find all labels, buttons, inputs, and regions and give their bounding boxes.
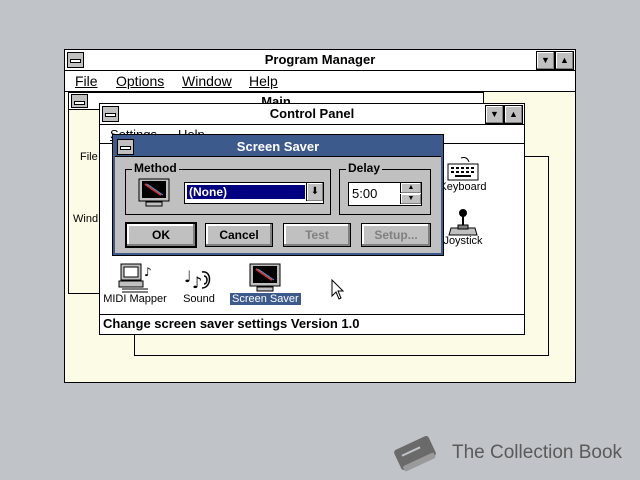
- program-manager-menubar: File Options Window Help: [65, 71, 575, 92]
- status-bar: Change screen saver settings Version 1.0: [100, 314, 524, 333]
- main-group-partial-label-wind: Wind: [73, 213, 99, 225]
- keyboard-label: Keyboard: [439, 181, 487, 193]
- spin-down-icon[interactable]: ▼: [400, 194, 421, 204]
- ok-button[interactable]: OK: [125, 222, 197, 248]
- screen-saver-titlebar[interactable]: Screen Saver: [115, 137, 441, 157]
- method-value: (None): [187, 185, 305, 199]
- midi-mapper-label: MIDI Mapper: [103, 293, 167, 305]
- screen-saver-label: Screen Saver: [230, 293, 301, 305]
- method-group: Method (None) ⬇: [125, 161, 331, 215]
- control-panel-titlebar[interactable]: Control Panel ▼ ▲: [100, 104, 524, 125]
- sound-item[interactable]: ♩ ♪ Sound: [176, 262, 222, 305]
- svg-text:♪: ♪: [144, 265, 152, 279]
- setup-button[interactable]: Setup...: [361, 223, 431, 247]
- chevron-down-icon[interactable]: ⬇: [306, 183, 323, 201]
- desktop: { "program_manager": { "title": "Program…: [0, 0, 640, 480]
- minimize-icon[interactable]: ▼: [485, 105, 504, 124]
- svg-text:♪: ♪: [192, 273, 202, 292]
- method-dropdown[interactable]: (None) ⬇: [184, 182, 324, 204]
- watermark: The Collection Book: [388, 432, 628, 474]
- delay-group: Delay 5:00 ▲ ▼: [339, 161, 431, 215]
- delay-value[interactable]: 5:00: [352, 186, 377, 201]
- cancel-button[interactable]: Cancel: [205, 223, 273, 247]
- menu-options[interactable]: Options: [116, 73, 164, 89]
- joystick-icon: [448, 209, 478, 236]
- mouse-pointer-icon: [331, 279, 345, 300]
- book-icon: [394, 435, 436, 472]
- menu-window[interactable]: Window: [182, 73, 232, 89]
- sound-label: Sound: [183, 293, 215, 305]
- delay-label: Delay: [346, 161, 383, 175]
- method-label: Method: [132, 161, 179, 175]
- maximize-icon[interactable]: ▲: [504, 105, 523, 124]
- screen-saver-item[interactable]: Screen Saver: [230, 262, 301, 305]
- joystick-item[interactable]: Joystick: [436, 208, 490, 247]
- sound-icon: ♩ ♪: [184, 267, 211, 292]
- menu-help[interactable]: Help: [249, 73, 278, 89]
- watermark-text: The Collection Book: [452, 442, 623, 463]
- menu-file[interactable]: File: [75, 73, 98, 89]
- svg-text:♩: ♩: [184, 267, 192, 286]
- joystick-label: Joystick: [443, 235, 483, 247]
- main-group-partial-label-file: File: [80, 151, 98, 163]
- screen-saver-monitor-icon: [138, 178, 170, 207]
- delay-spinner[interactable]: 5:00 ▲ ▼: [348, 182, 422, 206]
- screen-saver-title: Screen Saver: [236, 139, 320, 154]
- screen-saver-dialog: Screen Saver Method (None) ⬇ Delay 5:00 …: [113, 135, 443, 255]
- midi-mapper-item[interactable]: ♪ MIDI Mapper: [102, 262, 168, 305]
- midi-mapper-icon: ♪: [118, 263, 152, 293]
- control-panel-title: Control Panel: [269, 106, 355, 121]
- program-manager-title: Program Manager: [264, 52, 376, 67]
- program-manager-titlebar[interactable]: Program Manager ▼ ▲: [65, 50, 575, 71]
- maximize-icon[interactable]: ▲: [555, 51, 574, 70]
- keyboard-item[interactable]: Keyboard: [436, 156, 490, 193]
- keyboard-icon: [447, 157, 479, 181]
- minimize-icon[interactable]: ▼: [536, 51, 555, 70]
- spin-up-icon[interactable]: ▲: [400, 183, 421, 193]
- screen-saver-icon: [249, 263, 281, 292]
- test-button[interactable]: Test: [283, 223, 351, 247]
